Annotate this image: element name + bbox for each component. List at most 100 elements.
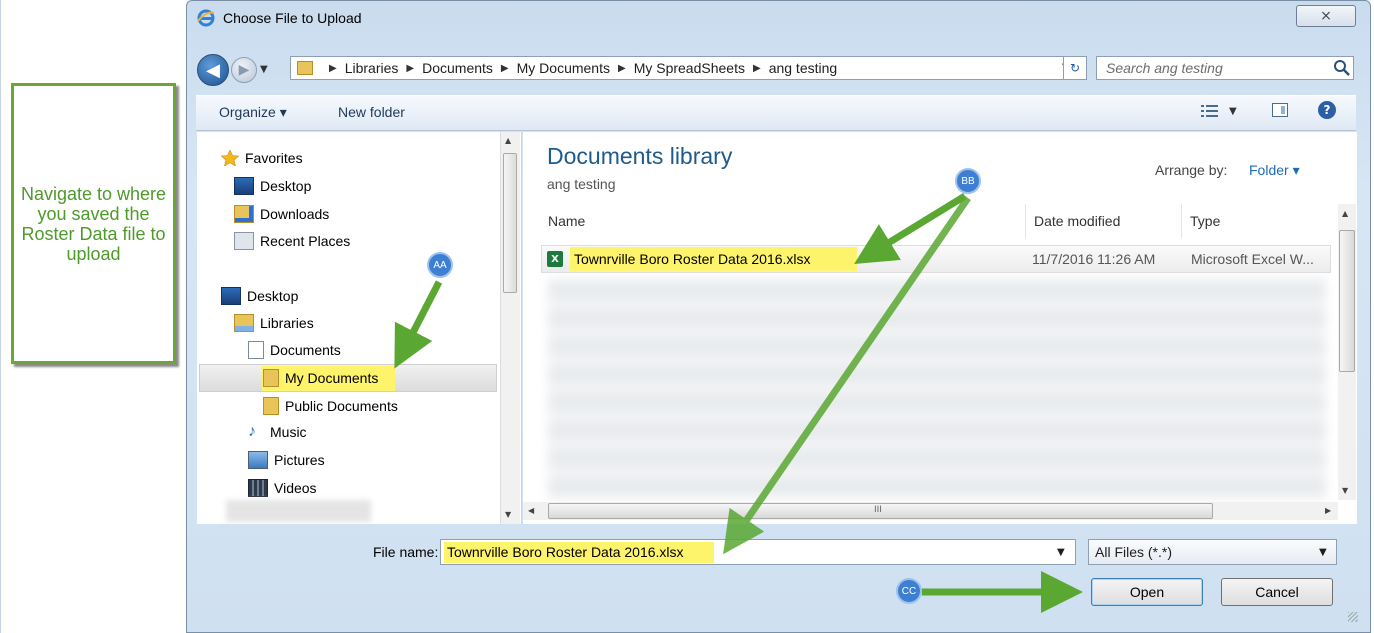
chevron-right-icon: ▶ [752, 62, 761, 74]
library-title: Documents library [547, 143, 733, 169]
folder-icon [297, 61, 313, 75]
nav-my-documents[interactable]: My Documents [263, 369, 378, 387]
nav-favorites[interactable]: Favorites [221, 150, 303, 166]
arrange-by-label: Arrange by: [1155, 162, 1228, 178]
resize-grip-icon[interactable] [1348, 612, 1358, 622]
nav-fav-recent[interactable]: Recent Places [234, 232, 350, 250]
column-header-date[interactable]: Date modified [1034, 213, 1120, 229]
ie-icon [197, 9, 215, 27]
scroll-right-icon[interactable]: ▶ [1325, 506, 1331, 515]
chevron-right-icon: ▶ [329, 62, 337, 74]
annotation-badge-cc: CC [896, 578, 922, 604]
nav-label: Videos [274, 480, 317, 496]
view-dropdown-icon[interactable]: ▼ [1229, 106, 1237, 117]
desktop-icon [221, 287, 241, 305]
arrange-by-dropdown[interactable]: Folder ▾ [1249, 162, 1300, 179]
chevron-right-icon: ▶ [500, 62, 509, 74]
dialog-title: Choose File to Upload [223, 10, 362, 26]
preview-pane-icon[interactable] [1272, 103, 1288, 117]
nav-pictures[interactable]: Pictures [248, 451, 325, 469]
forward-button[interactable]: ▶ [231, 57, 257, 83]
recent-places-icon [234, 232, 254, 250]
instruction-text: Navigate to where you saved the Roster D… [20, 183, 167, 264]
folder-icon [263, 369, 279, 387]
nav-label: Desktop [260, 178, 312, 194]
scroll-left-icon[interactable]: ◀ [528, 506, 534, 515]
column-header-name[interactable]: Name [548, 213, 585, 229]
nav-label: Downloads [260, 206, 330, 222]
nav-label: Pictures [274, 452, 325, 468]
nav-label: Favorites [245, 150, 303, 166]
videos-icon [248, 479, 268, 497]
file-name-label: File name: [373, 544, 439, 560]
nav-label: Music [270, 424, 307, 440]
document-icon [248, 341, 264, 359]
breadcrumb-my-documents[interactable]: My Documents [517, 60, 610, 76]
organize-menu[interactable]: Organize ▾ [219, 104, 287, 121]
file-name-dropdown-icon[interactable]: ▼ [1057, 547, 1065, 558]
chevron-down-icon[interactable]: ▼ [1319, 547, 1327, 558]
grip-icon: III [874, 505, 882, 515]
back-arrow-icon: ◀ [206, 59, 220, 81]
nav-label: My Documents [285, 370, 379, 386]
blurred-file-list [548, 278, 1326, 500]
file-date-cell: 11/7/2016 11:26 AM [1032, 251, 1156, 267]
back-button[interactable]: ◀ [197, 54, 229, 86]
excel-file-icon: X [547, 251, 563, 267]
pictures-icon [248, 451, 268, 469]
nav-music[interactable]: ♪ Music [248, 423, 307, 441]
nav-label: Libraries [260, 315, 314, 331]
nav-videos[interactable]: Videos [248, 479, 317, 497]
recent-locations-dropdown-icon[interactable]: ▼ [260, 64, 268, 75]
folder-icon [263, 397, 279, 415]
file-type-filter-value: All Files (*.*) [1095, 544, 1173, 560]
annotation-badge-aa: AA [427, 252, 453, 278]
column-divider[interactable] [1025, 204, 1026, 238]
breadcrumb-documents[interactable]: Documents [422, 60, 493, 76]
help-icon[interactable]: ? [1318, 101, 1336, 119]
refresh-button[interactable]: ↻ [1063, 56, 1087, 80]
breadcrumb-my-spreadsheets[interactable]: My SpreadSheets [634, 60, 745, 76]
scroll-down-icon[interactable]: ▼ [505, 510, 511, 519]
nav-desktop[interactable]: Desktop [221, 287, 298, 305]
file-type-filter[interactable]: All Files (*.*) [1088, 539, 1337, 565]
nav-label: Documents [270, 342, 341, 358]
search-icon[interactable] [1333, 59, 1351, 77]
forward-arrow-icon: ▶ [238, 62, 250, 78]
file-name-value: Townrville Boro Roster Data 2016.xlsx [447, 544, 684, 560]
refresh-icon: ↻ [1069, 61, 1081, 75]
scroll-up-icon[interactable]: ▲ [1342, 209, 1348, 218]
libraries-icon [234, 314, 254, 332]
nav-label: Desktop [247, 288, 299, 304]
nav-fav-desktop[interactable]: Desktop [234, 177, 311, 195]
nav-libraries[interactable]: Libraries [234, 314, 314, 332]
nav-scroll-thumb[interactable] [503, 153, 517, 293]
blurred-nav-item [226, 500, 371, 522]
chevron-right-icon: ▶ [617, 62, 626, 74]
library-subtitle: ang testing [547, 176, 616, 192]
music-icon: ♪ [248, 423, 256, 440]
desktop-icon [234, 177, 254, 195]
breadcrumb-libraries[interactable]: Libraries [345, 60, 399, 76]
close-button[interactable]: ⨯ [1296, 5, 1356, 27]
address-bar[interactable]: ▶ Libraries ▶ Documents ▶ My Documents ▶ My … [290, 56, 1086, 80]
nav-public-documents[interactable]: Public Documents [263, 397, 398, 415]
scroll-up-icon[interactable]: ▲ [505, 136, 511, 145]
search-placeholder: Search ang testing [1106, 60, 1223, 76]
nav-fav-downloads[interactable]: Downloads [234, 205, 329, 223]
column-divider[interactable] [1181, 204, 1182, 238]
annotation-badge-bb: BB [955, 168, 981, 194]
nav-label: Public Documents [285, 398, 398, 414]
nav-documents[interactable]: Documents [248, 341, 341, 359]
scroll-down-icon[interactable]: ▼ [1342, 486, 1348, 495]
cancel-button[interactable]: Cancel [1221, 578, 1333, 606]
file-list-vscroll-thumb[interactable] [1339, 230, 1355, 372]
breadcrumb-ang-testing[interactable]: ang testing [769, 60, 838, 76]
view-options-icon[interactable] [1201, 104, 1219, 118]
downloads-icon [234, 205, 254, 223]
open-button[interactable]: Open [1091, 578, 1203, 606]
instruction-callout: Navigate to where you saved the Roster D… [11, 83, 176, 364]
column-header-type[interactable]: Type [1190, 213, 1220, 229]
file-name-cell[interactable]: Townrville Boro Roster Data 2016.xlsx [574, 251, 811, 267]
new-folder-button[interactable]: New folder [338, 104, 405, 120]
